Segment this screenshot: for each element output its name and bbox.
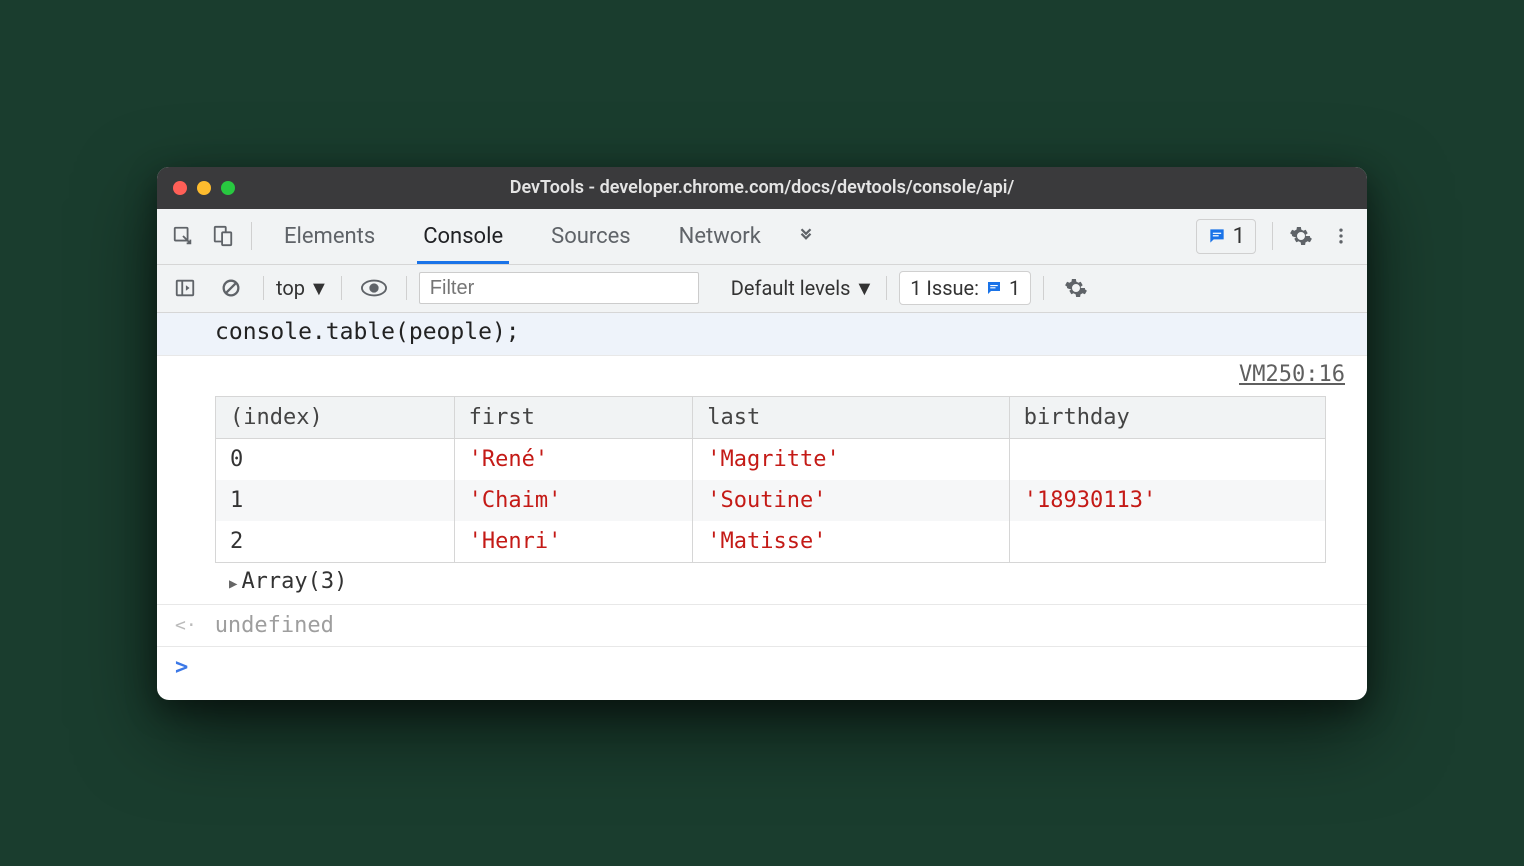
cell-last: 'Magritte' <box>693 438 1010 480</box>
issues-chip[interactable]: 1 Issue: 1 <box>899 271 1031 305</box>
main-tabbar: Elements Console Sources Network 1 <box>157 209 1367 265</box>
context-selector[interactable]: top ▼ <box>276 276 329 301</box>
devtools-window: DevTools - developer.chrome.com/docs/dev… <box>157 167 1367 700</box>
expand-label: Array(3) <box>241 569 347 594</box>
cell-first: 'Henri' <box>454 521 693 563</box>
expand-array[interactable]: ▶Array(3) <box>215 563 1349 594</box>
cell-index: 2 <box>216 521 455 563</box>
code-text: console.table(people); <box>215 319 520 345</box>
cell-birthday: '18930113' <box>1009 480 1326 521</box>
triangle-right-icon: ▶ <box>229 576 237 592</box>
inspect-element-icon[interactable] <box>163 216 203 256</box>
cell-birthday <box>1009 521 1326 563</box>
cell-first: 'René' <box>454 438 693 480</box>
toggle-sidebar-icon[interactable] <box>165 268 205 308</box>
traffic-lights <box>173 181 235 195</box>
cell-last: 'Soutine' <box>693 480 1010 521</box>
console-toolbar: top ▼ Default levels ▼ 1 Issue: 1 <box>157 265 1367 313</box>
device-toggle-icon[interactable] <box>203 216 243 256</box>
console-output: VM250:16 (index) first last birthday 0 '… <box>157 356 1367 605</box>
titlebar: DevTools - developer.chrome.com/docs/dev… <box>157 167 1367 209</box>
return-value: undefined <box>215 613 334 638</box>
cell-index: 0 <box>216 438 455 480</box>
dropdown-triangle-icon: ▼ <box>309 276 329 301</box>
console-prompt[interactable]: > <box>157 647 1367 700</box>
tab-sources[interactable]: Sources <box>527 208 655 264</box>
tab-network[interactable]: Network <box>655 208 785 264</box>
console-input-echo: console.table(people); <box>157 313 1367 356</box>
context-label: top <box>276 276 305 300</box>
clear-console-icon[interactable] <box>211 268 251 308</box>
filter-input[interactable] <box>419 272 699 304</box>
settings-icon[interactable] <box>1281 216 1321 256</box>
col-last[interactable]: last <box>693 396 1010 438</box>
tab-elements[interactable]: Elements <box>260 208 399 264</box>
table-row[interactable]: 1 'Chaim' 'Soutine' '18930113' <box>216 480 1326 521</box>
messages-count: 1 <box>1233 224 1245 249</box>
dropdown-triangle-icon: ▼ <box>854 276 874 301</box>
close-window-button[interactable] <box>173 181 187 195</box>
kebab-menu-icon[interactable] <box>1321 216 1361 256</box>
levels-label: Default levels <box>731 276 851 300</box>
tab-console[interactable]: Console <box>399 208 527 264</box>
prompt-caret-icon: > <box>175 655 188 680</box>
source-link[interactable]: VM250:16 <box>1239 362 1345 387</box>
log-levels-selector[interactable]: Default levels ▼ <box>731 276 874 301</box>
chat-icon <box>1207 226 1227 246</box>
messages-badge[interactable]: 1 <box>1196 219 1256 254</box>
table-row[interactable]: 0 'René' 'Magritte' <box>216 438 1326 480</box>
table-header-row: (index) first last birthday <box>216 396 1326 438</box>
issue-count: 1 <box>1009 276 1020 300</box>
cell-birthday <box>1009 438 1326 480</box>
live-expression-icon[interactable] <box>354 268 394 308</box>
issue-label: 1 Issue: <box>910 276 979 300</box>
minimize-window-button[interactable] <box>197 181 211 195</box>
console-table: (index) first last birthday 0 'René' 'Ma… <box>215 396 1326 563</box>
col-birthday[interactable]: birthday <box>1009 396 1326 438</box>
return-value-row: <· undefined <box>157 605 1367 647</box>
col-first[interactable]: first <box>454 396 693 438</box>
return-arrow-icon: <· <box>175 615 197 636</box>
cell-index: 1 <box>216 480 455 521</box>
cell-last: 'Matisse' <box>693 521 1010 563</box>
window-title: DevTools - developer.chrome.com/docs/dev… <box>157 177 1367 198</box>
chat-icon <box>985 279 1003 297</box>
col-index[interactable]: (index) <box>216 396 455 438</box>
table-row[interactable]: 2 'Henri' 'Matisse' <box>216 521 1326 563</box>
cell-first: 'Chaim' <box>454 480 693 521</box>
console-settings-icon[interactable] <box>1056 268 1096 308</box>
more-tabs-icon[interactable] <box>785 227 827 245</box>
maximize-window-button[interactable] <box>221 181 235 195</box>
